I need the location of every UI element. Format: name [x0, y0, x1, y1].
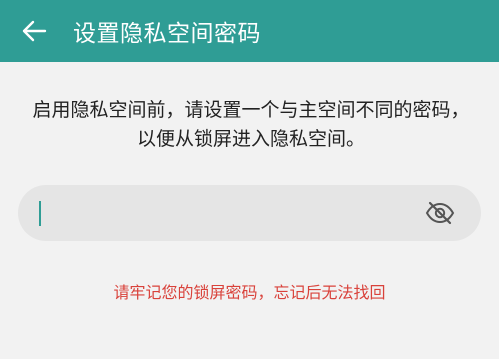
text-cursor — [39, 201, 41, 226]
instruction-text: 启用隐私空间前，请设置一个与主空间不同的密码，以便从锁屏进入隐私空间。 — [32, 99, 470, 150]
password-field[interactable] — [18, 185, 481, 241]
app-bar: 设置隐私空间密码 — [0, 0, 499, 62]
arrow-left-icon — [22, 20, 47, 42]
eye-off-icon — [425, 201, 455, 225]
toggle-visibility-button[interactable] — [425, 199, 455, 227]
back-button[interactable] — [3, 0, 65, 62]
page-title: 设置隐私空间密码 — [73, 21, 261, 47]
warning-text: 请牢记您的锁屏密码，忘记后无法找回 — [113, 283, 386, 302]
password-input[interactable] — [42, 185, 422, 241]
